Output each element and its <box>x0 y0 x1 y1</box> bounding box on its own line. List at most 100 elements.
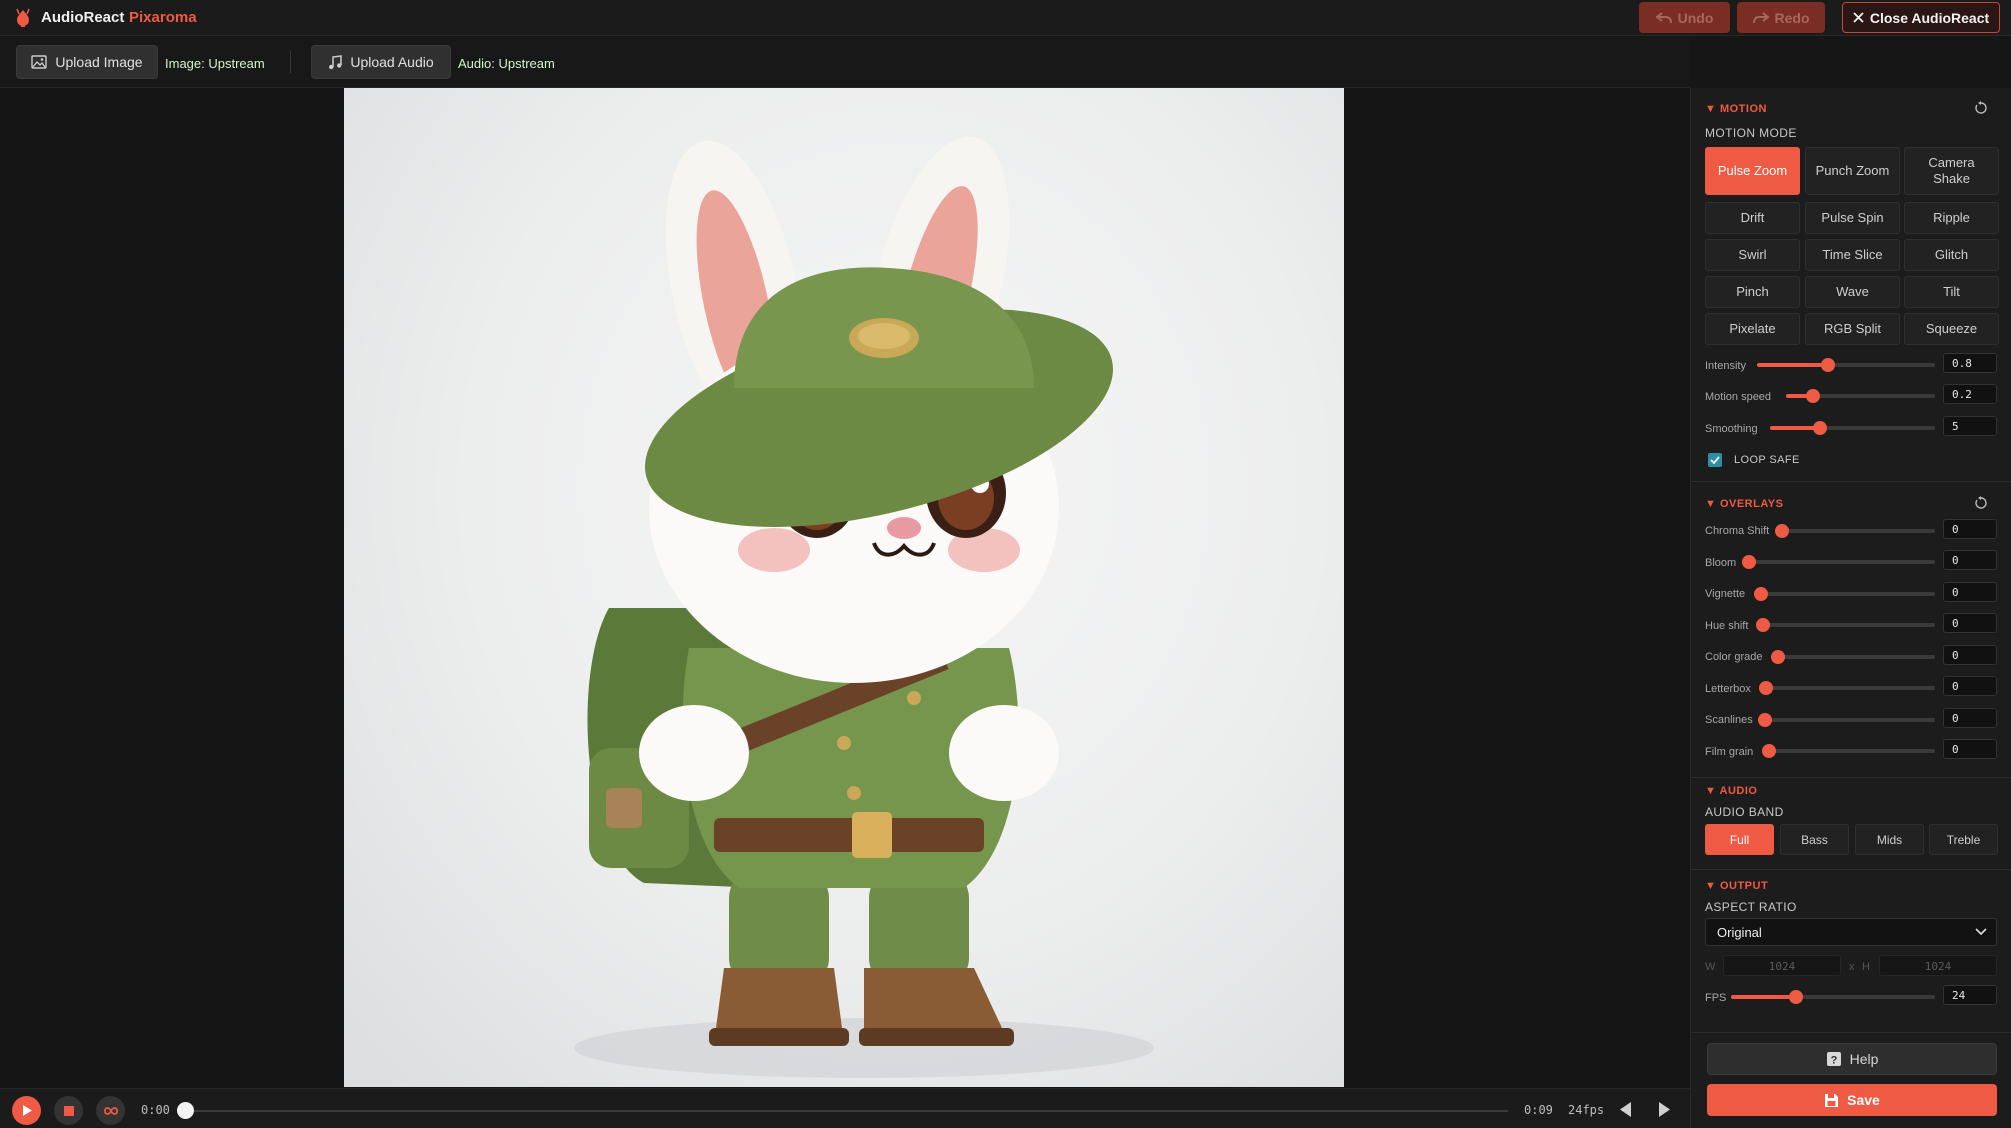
smoothing-knob[interactable] <box>1812 421 1827 435</box>
redo-button[interactable]: Redo <box>1737 2 1825 33</box>
save-button[interactable]: Save <box>1707 1084 1997 1116</box>
scanlines-knob[interactable] <box>1758 713 1772 727</box>
upload-bar: Upload Image Image: Upstream Upload Audi… <box>0 37 1690 88</box>
intensity-slider[interactable] <box>1757 358 1935 372</box>
stop-button[interactable] <box>54 1096 83 1125</box>
mode-drift[interactable]: Drift <box>1705 202 1800 234</box>
timeline-scrubber[interactable] <box>186 1110 1508 1112</box>
mode-tilt[interactable]: Tilt <box>1904 276 1999 308</box>
mode-pulse-spin[interactable]: Pulse Spin <box>1805 202 1900 234</box>
mode-camera-shake[interactable]: Camera Shake <box>1904 147 1999 195</box>
film-grain-knob[interactable] <box>1762 744 1776 758</box>
play-button[interactable] <box>12 1096 41 1125</box>
color-grade-slider[interactable] <box>1771 650 1935 664</box>
band-mids[interactable]: Mids <box>1855 824 1924 855</box>
timeline-knob[interactable] <box>177 1102 194 1119</box>
mode-swirl[interactable]: Swirl <box>1705 239 1800 271</box>
vignette-knob[interactable] <box>1754 587 1768 601</box>
mode-squeeze[interactable]: Squeeze <box>1904 313 1999 345</box>
letterbox-slider[interactable] <box>1759 681 1935 695</box>
motion-speed-value[interactable]: 0.2 <box>1943 384 1997 404</box>
chroma-shift-knob[interactable] <box>1775 524 1789 538</box>
hue-shift-value[interactable]: 0 <box>1943 613 1997 633</box>
help-label: Help <box>1849 1051 1879 1067</box>
chroma-shift-value[interactable]: 0 <box>1943 519 1997 539</box>
mode-pixelate[interactable]: Pixelate <box>1705 313 1800 345</box>
smoothing-slider[interactable] <box>1770 421 1935 435</box>
hue-shift-slider[interactable] <box>1756 618 1935 632</box>
upload-image-label: Upload Image <box>55 54 143 70</box>
section-divider <box>1691 1032 2011 1033</box>
motion-section-title[interactable]: ▼ MOTION <box>1705 103 1767 115</box>
letterbox-label: Letterbox <box>1705 683 1751 695</box>
motion-mode-label: MOTION MODE <box>1705 126 1797 140</box>
stop-icon <box>63 1105 74 1116</box>
bloom-value[interactable]: 0 <box>1943 550 1997 570</box>
bloom-slider[interactable] <box>1742 555 1935 569</box>
upload-audio-button[interactable]: Upload Audio <box>311 45 451 79</box>
mode-punch-zoom[interactable]: Punch Zoom <box>1805 147 1900 195</box>
vignette-slider[interactable] <box>1754 587 1935 601</box>
aspect-ratio-select[interactable]: Original <box>1705 918 1997 946</box>
intensity-fill <box>1757 363 1829 367</box>
bunny-illustration <box>574 136 1154 1078</box>
mode-time-slice[interactable]: Time Slice <box>1805 239 1900 271</box>
fps-slider[interactable] <box>1731 990 1935 1004</box>
reset-motion-icon[interactable] <box>1974 101 1988 115</box>
output-section-title[interactable]: ▼ OUTPUT <box>1705 880 1768 892</box>
reset-overlays-icon[interactable] <box>1974 496 1988 510</box>
audio-section-title[interactable]: ▼ AUDIO <box>1705 785 1758 797</box>
undo-button[interactable]: Undo <box>1639 2 1730 33</box>
band-treble[interactable]: Treble <box>1929 824 1998 855</box>
prev-frame-icon[interactable] <box>1618 1101 1634 1118</box>
mode-pulse-zoom[interactable]: Pulse Zoom <box>1705 147 1800 195</box>
chevron-down-icon <box>1975 928 1987 936</box>
image-status: Image: Upstream <box>165 56 265 71</box>
mode-glitch[interactable]: Glitch <box>1904 239 1999 271</box>
color-grade-value[interactable]: 0 <box>1943 645 1997 665</box>
scanlines-value[interactable]: 0 <box>1943 708 1997 728</box>
mode-pinch[interactable]: Pinch <box>1705 276 1800 308</box>
color-grade-knob[interactable] <box>1771 650 1785 664</box>
height-label: H <box>1862 961 1870 973</box>
chroma-shift-slider[interactable] <box>1775 524 1935 538</box>
motion-speed-knob[interactable] <box>1805 389 1820 403</box>
mode-wave[interactable]: Wave <box>1805 276 1900 308</box>
mode-ripple[interactable]: Ripple <box>1904 202 1999 234</box>
smoothing-value[interactable]: 5 <box>1943 416 1997 436</box>
overlays-section-title[interactable]: ▼ OVERLAYS <box>1705 498 1783 510</box>
motion-speed-label: Motion speed <box>1705 391 1772 403</box>
height-input[interactable]: 1024 <box>1879 955 1997 976</box>
app-logo-icon <box>16 8 30 27</box>
scanlines-slider[interactable] <box>1758 713 1935 727</box>
letterbox-knob[interactable] <box>1759 681 1773 695</box>
intensity-value[interactable]: 0.8 <box>1943 353 1997 373</box>
total-time: 0:09 <box>1524 1103 1553 1117</box>
hue-shift-knob[interactable] <box>1756 618 1770 632</box>
close-audioreact-button[interactable]: Close AudioReact <box>1842 2 2000 33</box>
fps-value[interactable]: 24 <box>1943 985 1997 1005</box>
loop-button[interactable] <box>96 1096 125 1125</box>
bloom-knob[interactable] <box>1742 555 1756 569</box>
loop-safe-checkbox[interactable] <box>1708 453 1722 467</box>
film-grain-slider[interactable] <box>1762 744 1935 758</box>
loop-safe-label[interactable]: LOOP SAFE <box>1734 454 1800 466</box>
letterbox-value[interactable]: 0 <box>1943 676 1997 696</box>
play-icon <box>22 1105 32 1116</box>
intensity-knob[interactable] <box>1821 358 1836 372</box>
motion-speed-slider[interactable] <box>1786 389 1935 403</box>
intensity-label: Intensity <box>1705 360 1746 372</box>
band-full[interactable]: Full <box>1705 824 1774 855</box>
upload-image-button[interactable]: Upload Image <box>16 45 158 79</box>
film-grain-value[interactable]: 0 <box>1943 739 1997 759</box>
width-input[interactable]: 1024 <box>1723 955 1841 976</box>
next-frame-icon[interactable] <box>1656 1101 1672 1118</box>
save-icon <box>1825 1093 1839 1107</box>
fps-knob[interactable] <box>1789 990 1804 1004</box>
hue-shift-label: Hue shift <box>1705 620 1749 632</box>
svg-text:?: ? <box>1830 1055 1837 1067</box>
mode-rgb-split[interactable]: RGB Split <box>1805 313 1900 345</box>
help-button[interactable]: ? Help <box>1707 1043 1997 1075</box>
band-bass[interactable]: Bass <box>1780 824 1849 855</box>
vignette-value[interactable]: 0 <box>1943 582 1997 602</box>
